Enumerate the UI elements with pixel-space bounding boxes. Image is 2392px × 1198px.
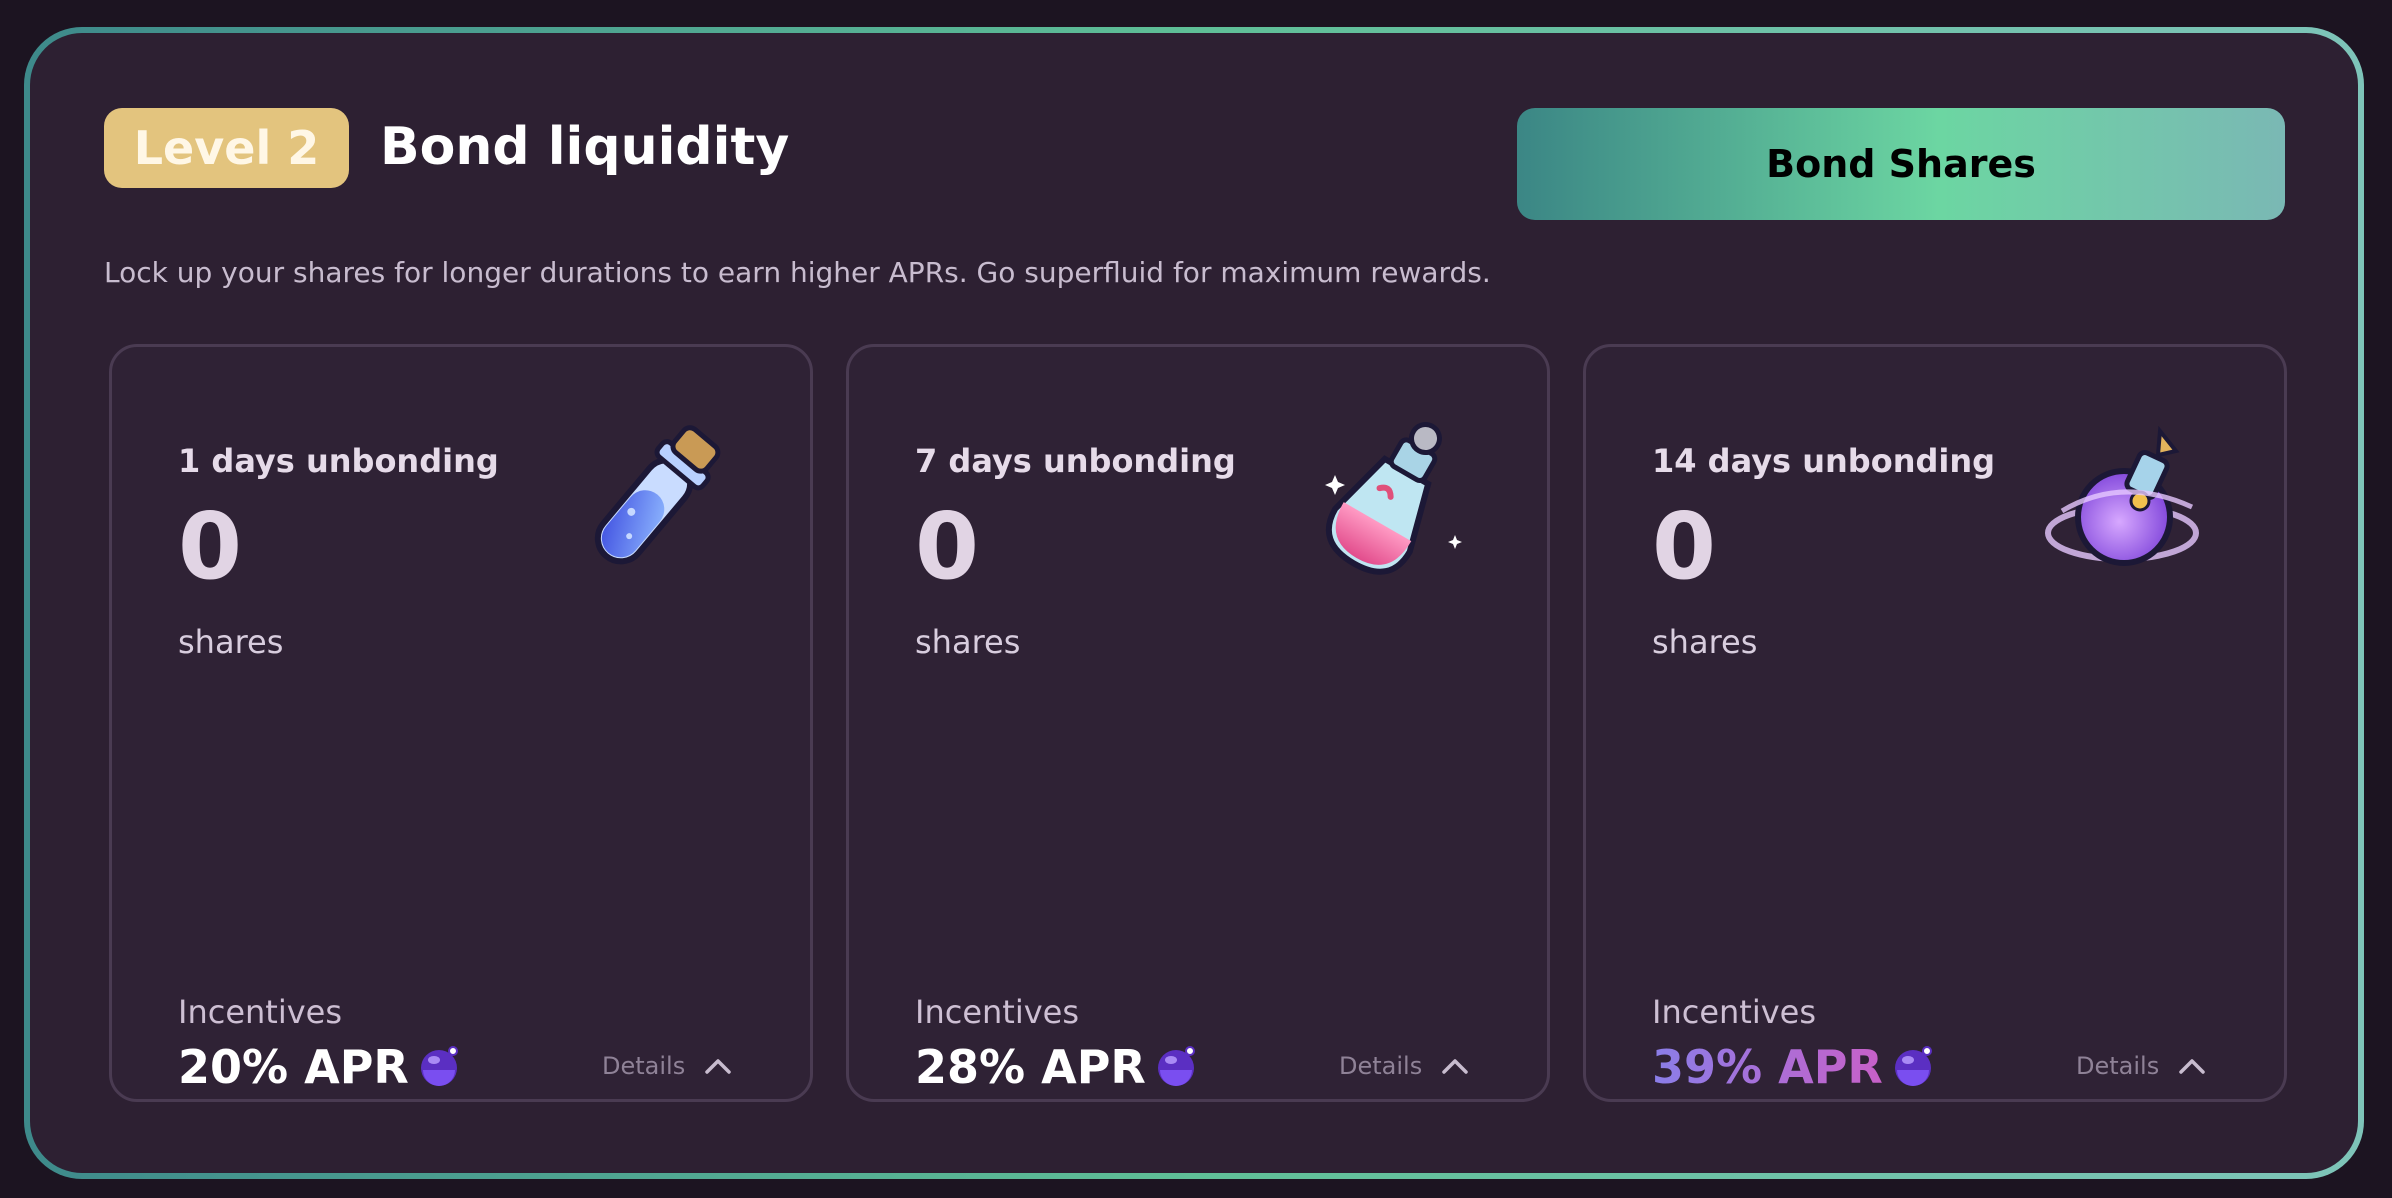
details-label: Details [2076, 1052, 2160, 1080]
details-toggle[interactable]: Details [2076, 1052, 2205, 1080]
pink-flask-potion-icon [1325, 422, 1462, 575]
unbonding-period: 14 days unbonding [1652, 442, 1996, 480]
details-toggle[interactable]: Details [1339, 1052, 1468, 1080]
osmo-token-icon [421, 1046, 458, 1086]
level-badge: Level 2 [104, 108, 349, 188]
apr-value: 20% APR [178, 1040, 409, 1094]
bond-liquidity-frame: Level 2 Bond liquidity Lock up your shar… [24, 27, 2364, 1179]
page-title: Bond liquidity [380, 117, 790, 177]
bond-card-14-day: 14 days unbonding 0 shares Incentives 39… [1583, 344, 2287, 1102]
shares-amount: 0 [915, 493, 980, 600]
osmo-token-icon [1895, 1046, 1932, 1086]
shares-amount: 0 [178, 493, 243, 600]
shares-unit: shares [178, 623, 284, 661]
apr-value: 28% APR [915, 1040, 1146, 1094]
chevron-up-icon [1442, 1059, 1468, 1074]
details-toggle[interactable]: Details [602, 1052, 731, 1080]
incentives-label: Incentives [915, 993, 1080, 1031]
page-subtitle: Lock up your shares for longer durations… [104, 256, 1491, 289]
chevron-up-icon [2179, 1059, 2205, 1074]
osmo-token-icon [1158, 1046, 1195, 1086]
unbonding-period: 1 days unbonding [178, 442, 499, 480]
shares-amount: 0 [1652, 493, 1717, 600]
incentives-label: Incentives [1652, 993, 1817, 1031]
blue-vial-potion-icon [594, 425, 721, 565]
details-label: Details [602, 1052, 686, 1080]
bond-shares-button[interactable]: Bond Shares [1517, 108, 2285, 220]
shares-unit: shares [1652, 623, 1758, 661]
bond-card-7-day: 7 days unbonding 0 shares Incentives 28%… [846, 344, 1550, 1102]
bond-card-1-day: 1 days unbonding 0 shares Incentives 20%… [109, 344, 813, 1102]
shares-unit: shares [915, 623, 1021, 661]
incentives-label: Incentives [178, 993, 343, 1031]
bond-liquidity-panel: Level 2 Bond liquidity Lock up your shar… [30, 33, 2358, 1173]
purple-swirl-potion-icon [2045, 425, 2199, 566]
apr-value: 39% APR [1652, 1040, 1883, 1094]
details-label: Details [1339, 1052, 1423, 1080]
chevron-up-icon [705, 1059, 731, 1074]
unbonding-period: 7 days unbonding [915, 442, 1236, 480]
